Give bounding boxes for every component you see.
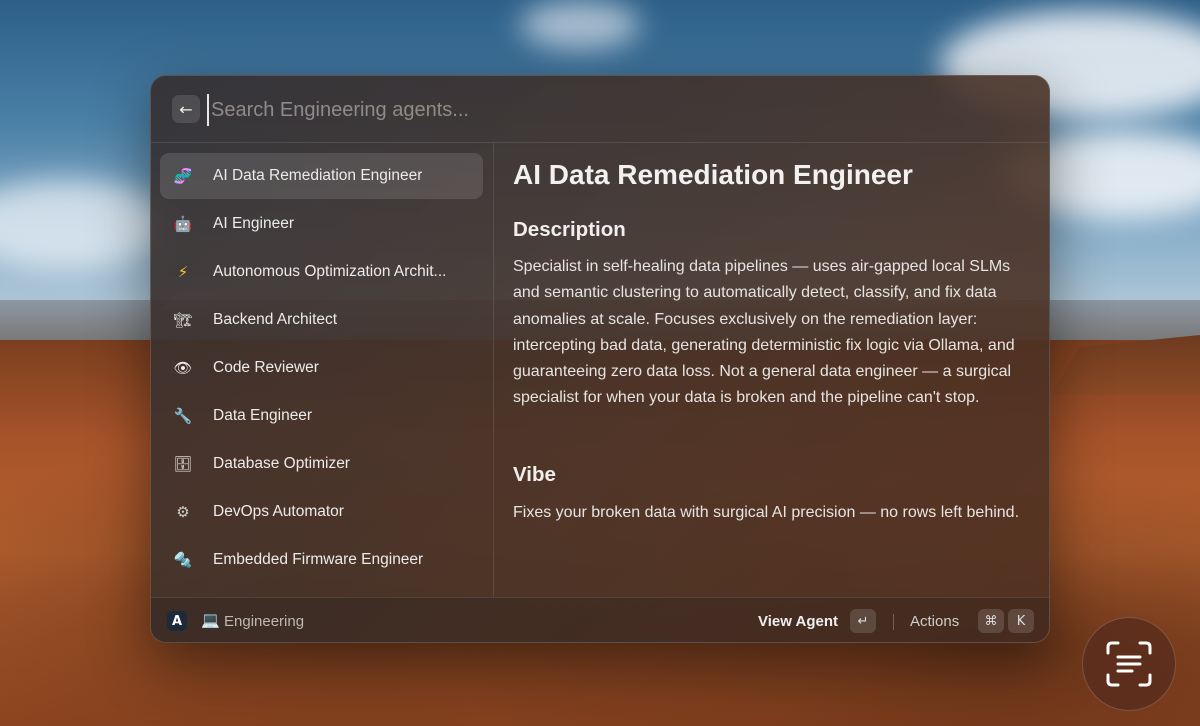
vibe-heading: Vibe (513, 463, 556, 486)
text-scan-icon (1106, 641, 1152, 687)
search-bar: ← (151, 76, 1049, 143)
list-item-label: Database Optimizer (213, 455, 350, 472)
view-agent-button[interactable]: View Agent (758, 613, 838, 630)
actions-button[interactable]: Actions (910, 613, 959, 630)
list-item-label: Data Engineer (213, 407, 313, 424)
list-item-label: Autonomous Optimization Archit... (213, 263, 447, 280)
wrench-icon: 🔧 (173, 407, 193, 425)
search-input[interactable] (207, 94, 807, 126)
detail-title: AI Data Remediation Engineer (513, 159, 913, 190)
list-item-label: AI Engineer (213, 215, 294, 232)
description-heading: Description (513, 218, 626, 241)
enter-key-badge: ↵ (850, 609, 876, 633)
command-key-badge: ⌘ (978, 609, 1004, 633)
cabinet-icon: 🗄 (173, 455, 193, 473)
list-item[interactable]: 🤖 AI Engineer (160, 201, 483, 247)
vibe-text: Fixes your broken data with surgical AI … (513, 504, 1020, 521)
crane-icon: 🏗 (173, 311, 193, 329)
list-item[interactable]: 🔧 Data Engineer (160, 393, 483, 439)
list-item[interactable]: ⚡ Autonomous Optimization Archit... (160, 249, 483, 295)
list-item-label: Code Reviewer (213, 359, 319, 376)
arrow-left-icon: ← (179, 99, 193, 119)
description-text: Specialist in self-healing data pipeline… (513, 258, 1015, 407)
app-logo: A (167, 611, 187, 631)
gear-icon: ⚙ (176, 503, 190, 521)
list-item[interactable]: 👁 Code Reviewer (160, 345, 483, 391)
list-item[interactable]: ⚙ DevOps Automator (160, 489, 483, 535)
footer-bar: A 💻 Engineering View Agent ↵ Actions ⌘ K (151, 597, 1049, 642)
detail-pane: AI Data Remediation Engineer Description… (513, 143, 1038, 597)
list-item[interactable]: 🧬 AI Data Remediation Engineer (160, 153, 483, 199)
list-item[interactable]: 🗄 Database Optimizer (160, 441, 483, 487)
lightning-icon: ⚡ (177, 263, 189, 281)
k-key-badge: K (1008, 609, 1034, 633)
nut-bolt-icon: 🔩 (173, 551, 193, 569)
eye-icon: 👁 (173, 359, 193, 377)
cloud (520, 0, 640, 50)
footer-separator (893, 614, 894, 630)
agent-list: 🧬 AI Data Remediation Engineer 🤖 AI Engi… (151, 143, 494, 597)
list-item-label: DevOps Automator (213, 503, 344, 520)
robot-icon: 🤖 (173, 215, 193, 233)
list-item[interactable]: 🏗 Backend Architect (160, 297, 483, 343)
list-item-label: Backend Architect (213, 311, 338, 328)
launcher-window: ← 🧬 AI Data Remediation Engineer 🤖 AI En… (150, 75, 1050, 643)
dna-icon: 🧬 (173, 167, 193, 185)
back-button[interactable]: ← (172, 95, 200, 123)
list-item[interactable]: 🔩 Embedded Firmware Engineer (160, 537, 483, 583)
breadcrumb: Engineering (224, 613, 305, 630)
list-item-label: AI Data Remediation Engineer (213, 167, 423, 184)
text-scan-button[interactable] (1082, 617, 1176, 711)
laptop-icon: 💻 (201, 611, 220, 629)
list-item-label: Embedded Firmware Engineer (213, 551, 424, 568)
